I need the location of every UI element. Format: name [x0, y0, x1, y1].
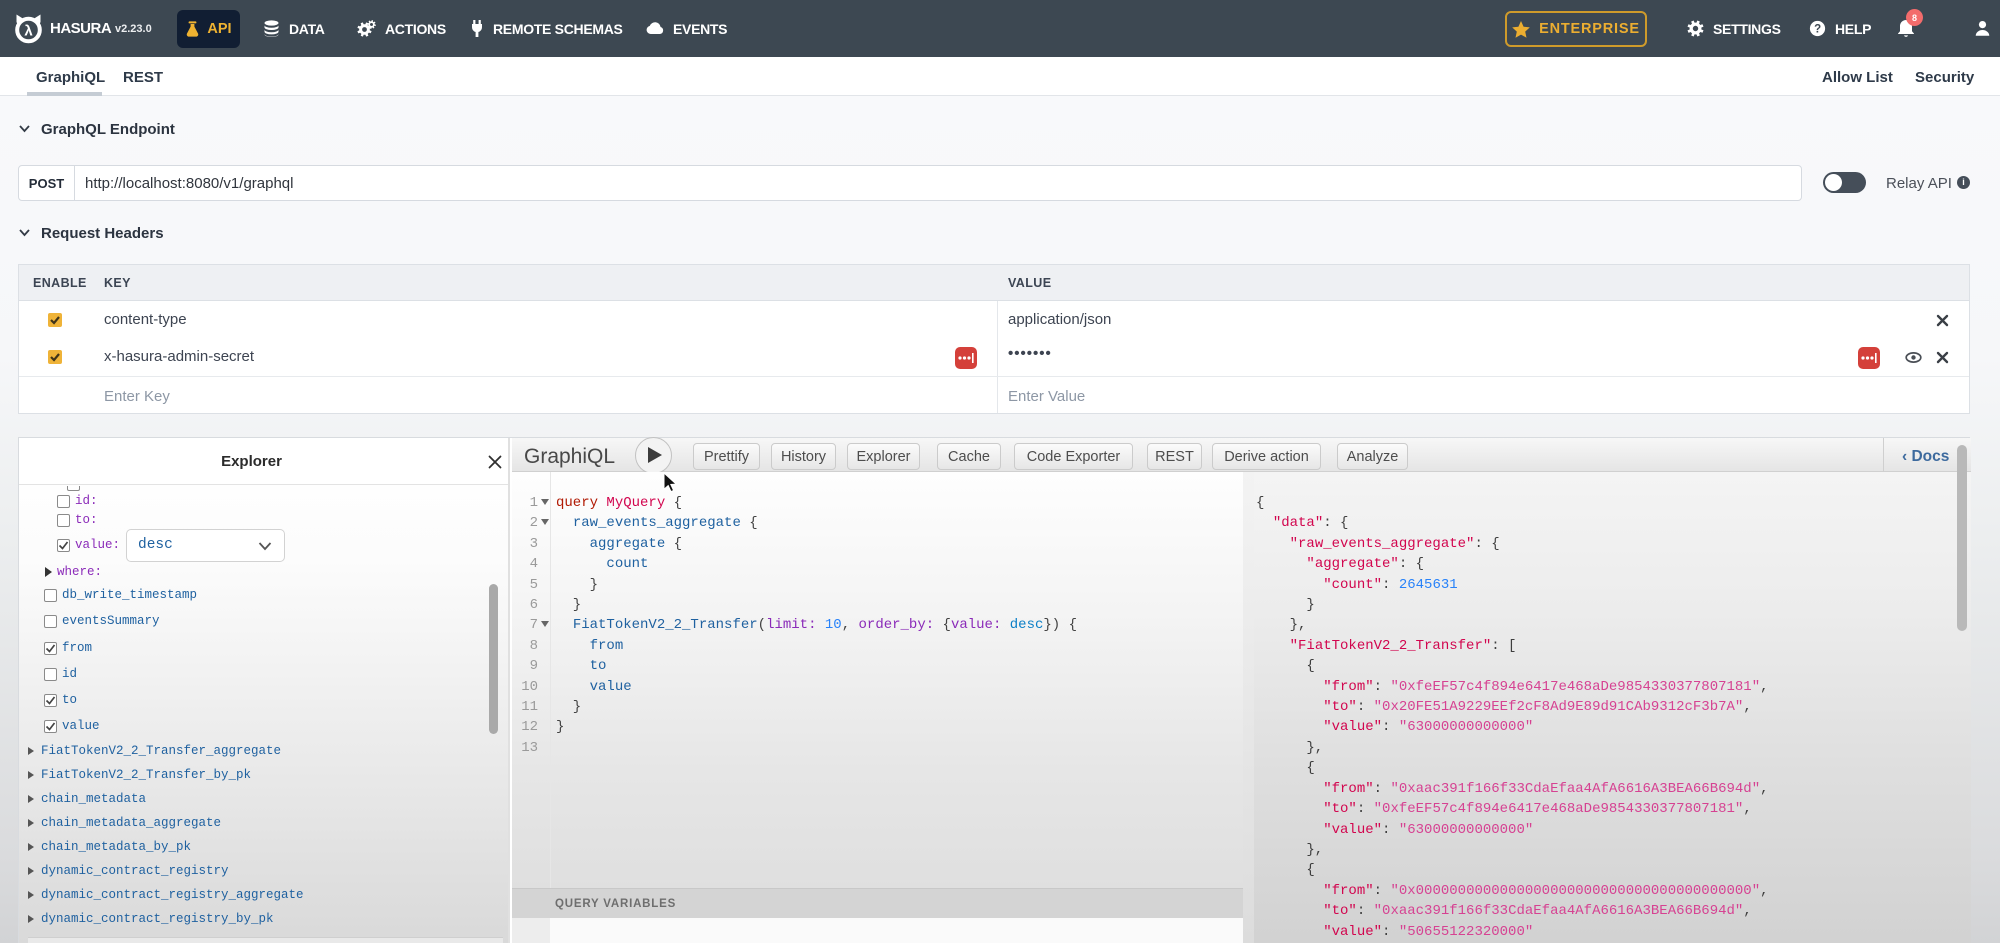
svg-text:?: ?	[1814, 24, 1821, 36]
svg-text:λ: λ	[24, 23, 33, 40]
